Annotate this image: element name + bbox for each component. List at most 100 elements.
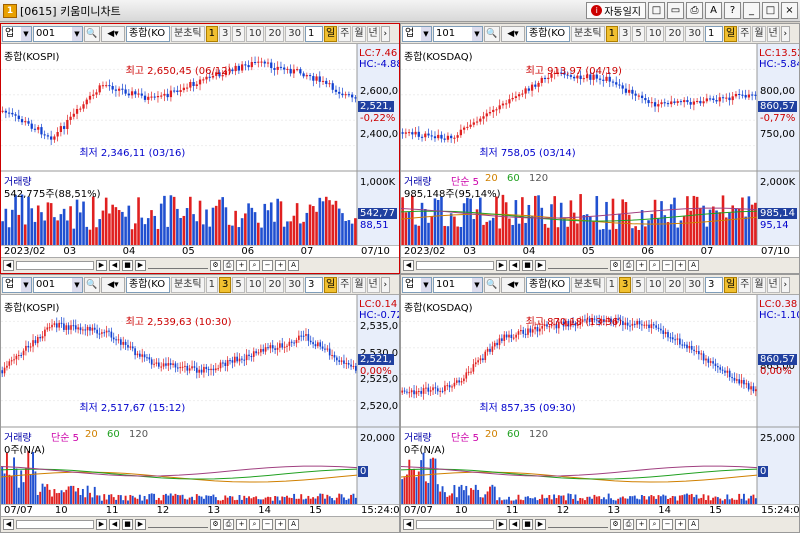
magnifier-icon[interactable]: ⌕ <box>249 519 260 530</box>
period-tab-3[interactable]: 년 <box>366 25 380 42</box>
tick-20[interactable]: 20 <box>265 276 285 293</box>
chart-panel-3[interactable]: 업 ▼ 001 ▼ 🔍 ◀▾ 종합(KO 분초틱 1 3 5 10 20 30 3 일주월년 … <box>0 274 400 533</box>
speaker-icon[interactable]: ◀▾ <box>501 25 525 42</box>
stop-icon[interactable]: ■ <box>522 519 533 530</box>
zoom-in-icon[interactable]: + <box>275 519 286 530</box>
magnifier-icon[interactable]: ⌕ <box>649 260 660 271</box>
count-input[interactable]: 3 <box>704 276 723 293</box>
next-icon[interactable]: ▶ <box>135 519 146 530</box>
tick-3[interactable]: 3 <box>618 276 632 293</box>
count-input[interactable]: 1 <box>704 25 723 42</box>
scrollbar[interactable] <box>416 520 494 529</box>
tick-1[interactable]: 1 <box>205 25 218 42</box>
chart-panel-4[interactable]: 업 ▼ 101 ▼ 🔍 ◀▾ 종합(KO 분초틱 1 3 5 10 20 30 3 일주월년 … <box>400 274 800 533</box>
tick-30[interactable]: 30 <box>685 25 704 42</box>
chevron-right-icon[interactable]: › <box>380 25 390 42</box>
period-tab-3[interactable]: 년 <box>366 276 380 293</box>
settings-icon[interactable]: ⚙ <box>610 519 621 530</box>
speaker-icon[interactable]: ◀▾ <box>101 25 125 42</box>
maximize-button[interactable]: □ <box>762 2 779 19</box>
speaker-icon[interactable]: ◀▾ <box>501 276 525 293</box>
search-icon[interactable]: 🔍 <box>84 276 100 293</box>
print-icon[interactable]: ⎙ <box>623 260 634 271</box>
zoom-in-icon[interactable]: + <box>675 260 686 271</box>
settings-icon[interactable]: ⚙ <box>210 260 221 271</box>
tick-10[interactable]: 10 <box>245 25 265 42</box>
font-icon[interactable]: A <box>288 260 299 271</box>
tick-5[interactable]: 5 <box>232 276 245 293</box>
tick-30[interactable]: 30 <box>285 276 304 293</box>
tick-1[interactable]: 1 <box>605 276 618 293</box>
period-tab-2[interactable]: 월 <box>352 276 366 293</box>
tick-1[interactable]: 1 <box>205 276 218 293</box>
period-tab-3[interactable]: 년 <box>766 25 780 42</box>
tick-3[interactable]: 3 <box>618 25 632 42</box>
type-select[interactable]: 업 ▼ <box>2 276 32 293</box>
next-icon[interactable]: ▶ <box>535 519 546 530</box>
font-icon[interactable]: A <box>688 519 699 530</box>
type-select[interactable]: 업 ▼ <box>402 25 432 42</box>
zoom-in-icon[interactable]: + <box>275 260 286 271</box>
zoom-in-icon[interactable]: + <box>675 519 686 530</box>
settings-icon[interactable]: ⚙ <box>210 519 221 530</box>
market-select[interactable]: 종합(KO <box>126 25 170 42</box>
market-select[interactable]: 종합(KO <box>526 276 570 293</box>
tick-type-tab[interactable]: 분초틱 <box>171 276 205 293</box>
close-button[interactable]: × <box>781 2 798 19</box>
settings-icon[interactable]: ⚙ <box>610 260 621 271</box>
window-button[interactable]: ▭ <box>667 2 684 19</box>
tick-1[interactable]: 1 <box>605 25 618 42</box>
zoom-slider[interactable] <box>548 262 608 269</box>
scrollbar[interactable] <box>16 520 94 529</box>
tick-3[interactable]: 3 <box>218 25 232 42</box>
period-tab-2[interactable]: 월 <box>752 276 766 293</box>
scroll-left-button[interactable]: ◀ <box>3 519 14 530</box>
crosshair-icon[interactable]: + <box>236 519 247 530</box>
tick-10[interactable]: 10 <box>645 25 665 42</box>
tick-10[interactable]: 10 <box>245 276 265 293</box>
search-icon[interactable]: 🔍 <box>84 25 100 42</box>
code-input[interactable]: 001 ▼ <box>33 276 83 293</box>
chevron-right-icon[interactable]: › <box>780 276 790 293</box>
tick-20[interactable]: 20 <box>265 25 285 42</box>
scrollbar[interactable] <box>16 261 94 270</box>
chart-panel-2[interactable]: 업 ▼ 101 ▼ 🔍 ◀▾ 종합(KO 분초틱 1 3 5 10 20 30 1 일주월년 … <box>400 23 800 274</box>
tick-type-tab[interactable]: 분초틱 <box>571 276 605 293</box>
period-tab-1[interactable]: 주 <box>338 276 352 293</box>
period-tab-1[interactable]: 주 <box>738 276 752 293</box>
crosshair-icon[interactable]: + <box>636 260 647 271</box>
code-input[interactable]: 101 ▼ <box>433 276 483 293</box>
tick-30[interactable]: 30 <box>685 276 704 293</box>
period-tab-1[interactable]: 주 <box>738 25 752 42</box>
print-icon[interactable]: ⎙ <box>223 519 234 530</box>
chevron-right-icon[interactable]: › <box>380 276 390 293</box>
tick-5[interactable]: 5 <box>232 25 245 42</box>
count-input[interactable]: 3 <box>304 276 323 293</box>
search-icon[interactable]: 🔍 <box>484 276 500 293</box>
scroll-left-button[interactable]: ◀ <box>403 260 414 271</box>
first-icon[interactable]: ◀ <box>509 260 520 271</box>
tick-3[interactable]: 3 <box>218 276 232 293</box>
scroll-right-button[interactable]: ▶ <box>96 519 107 530</box>
tick-10[interactable]: 10 <box>645 276 665 293</box>
period-tab-2[interactable]: 월 <box>752 25 766 42</box>
type-select[interactable]: 업 ▼ <box>2 25 32 42</box>
crosshair-icon[interactable]: + <box>236 260 247 271</box>
market-select[interactable]: 종합(KO <box>526 25 570 42</box>
layout-button[interactable]: □ <box>648 2 665 19</box>
speaker-icon[interactable]: ◀▾ <box>101 276 125 293</box>
scroll-right-button[interactable]: ▶ <box>96 260 107 271</box>
print-icon[interactable]: ⎙ <box>623 519 634 530</box>
magnifier-icon[interactable]: ⌕ <box>249 260 260 271</box>
next-icon[interactable]: ▶ <box>535 260 546 271</box>
market-select[interactable]: 종합(KO <box>126 276 170 293</box>
scroll-right-button[interactable]: ▶ <box>496 519 507 530</box>
zoom-out-icon[interactable]: − <box>662 519 673 530</box>
scroll-left-button[interactable]: ◀ <box>403 519 414 530</box>
zoom-slider[interactable] <box>548 521 608 528</box>
font-icon[interactable]: A <box>688 260 699 271</box>
print-button[interactable]: ⎙ <box>686 2 703 19</box>
first-icon[interactable]: ◀ <box>509 519 520 530</box>
chart-panel-1[interactable]: 업 ▼ 001 ▼ 🔍 ◀▾ 종합(KO 분초틱 1 3 5 10 20 30 1 일주월년 … <box>0 23 400 274</box>
crosshair-icon[interactable]: + <box>636 519 647 530</box>
